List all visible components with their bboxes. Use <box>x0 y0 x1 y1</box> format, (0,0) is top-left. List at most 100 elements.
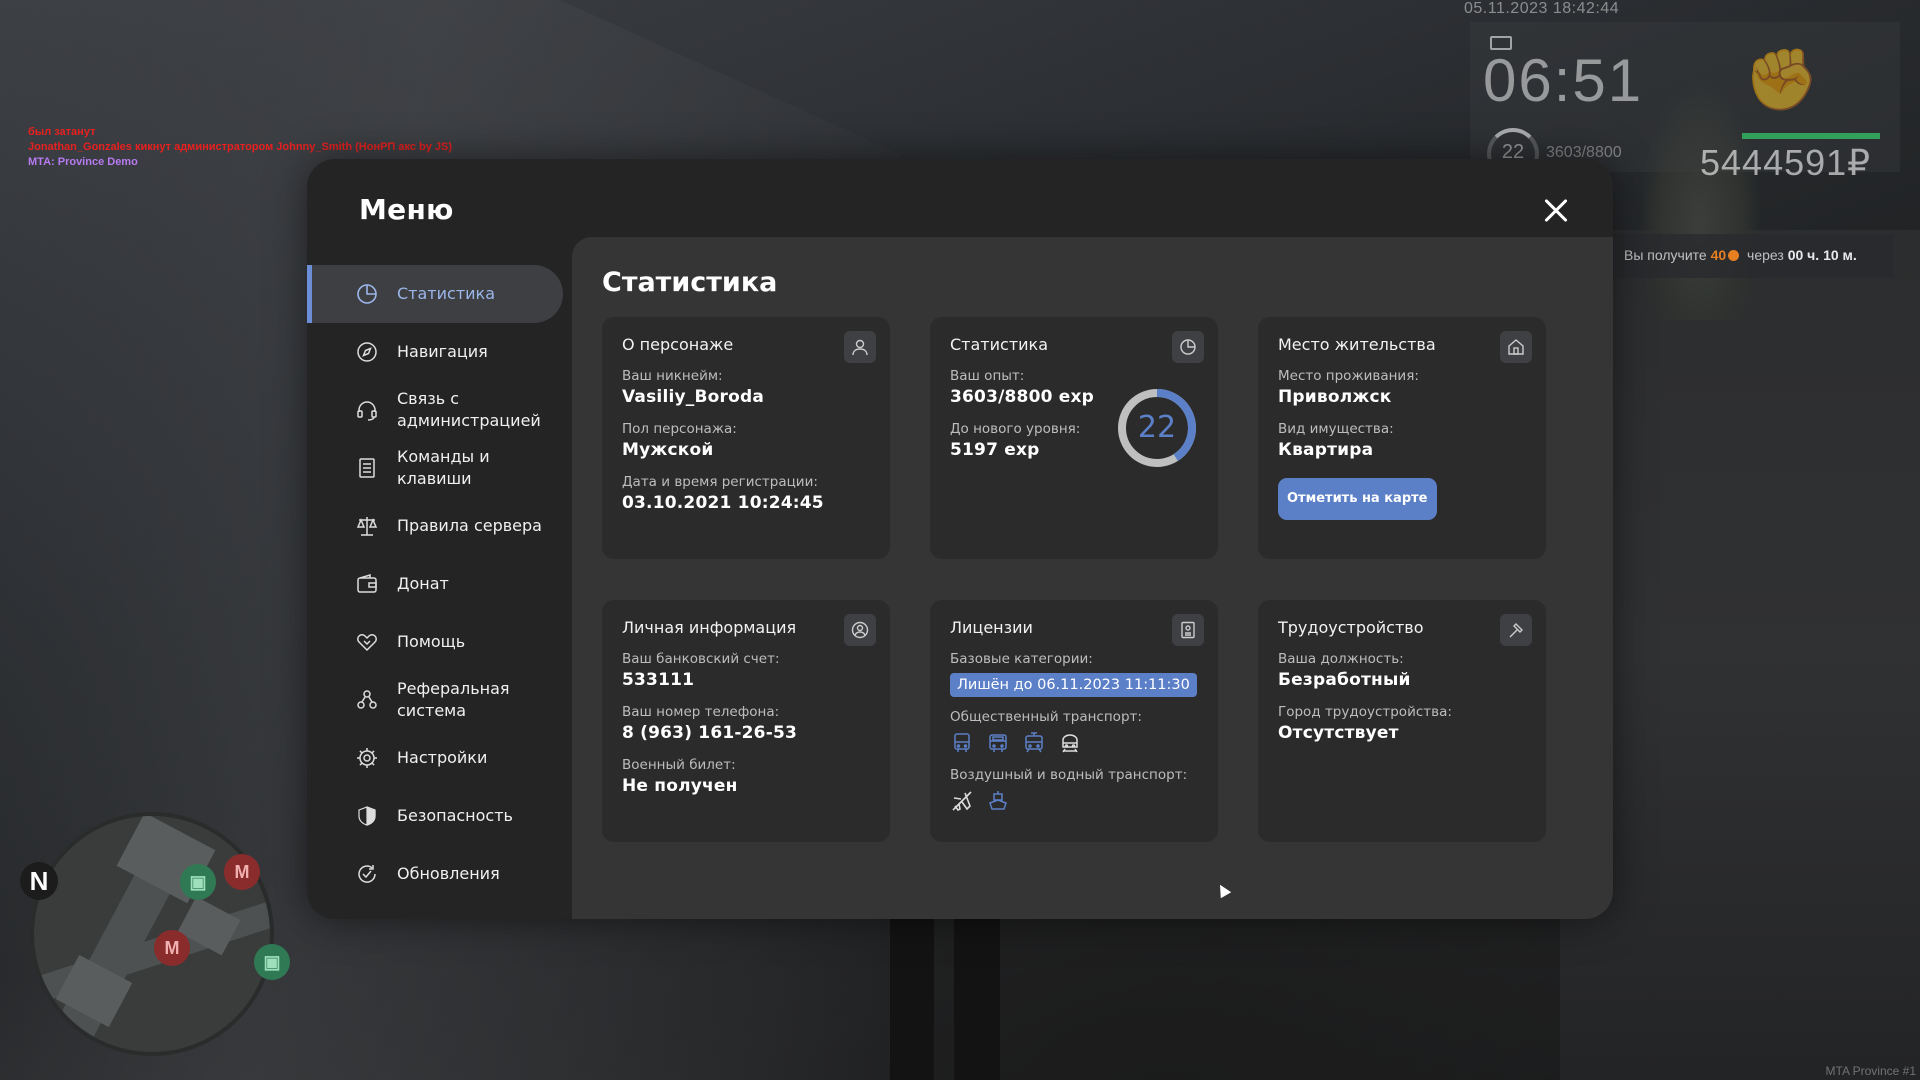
employment-city-label: Город трудоустройства: <box>1278 704 1452 720</box>
referral-icon <box>355 688 379 712</box>
sidebar-item-settings[interactable]: Настройки <box>307 729 563 787</box>
gender-value: Мужской <box>622 440 714 460</box>
sidebar-item-referral[interactable]: Реферальная система <box>307 671 563 729</box>
close-icon[interactable] <box>1537 193 1573 229</box>
game-world-wall <box>1560 230 1920 1080</box>
card-statistics: Статистика Ваш опыт: 3603/8800 exp До но… <box>930 317 1218 559</box>
hammer-icon <box>1500 614 1532 646</box>
reward-mid: через <box>1747 247 1784 263</box>
pie-chart-icon <box>1172 331 1204 363</box>
sidebar-item-label: Обновления <box>397 864 500 883</box>
page-title: Статистика <box>602 267 778 298</box>
military-id-value: Не получен <box>622 776 738 796</box>
sidebar-item-label: Команды и клавиши <box>397 447 490 488</box>
hud-clock: 06:51 <box>1483 47 1644 114</box>
gear-icon <box>355 746 379 770</box>
shield-icon <box>355 804 379 828</box>
mark-on-map-button[interactable]: Отметить на карте <box>1278 478 1437 520</box>
position-label: Ваша должность: <box>1278 651 1404 667</box>
bus-stop-icon: ▣ <box>180 864 216 900</box>
card-title: Место жительства <box>1278 335 1436 354</box>
gender-label: Пол персонажа: <box>622 421 737 437</box>
document-icon <box>355 456 379 480</box>
sidebar-item-updates[interactable]: Обновления <box>307 845 563 903</box>
hud-datetime: 05.11.2023 18:42:44 <box>1464 0 1620 17</box>
sidebar-item-admin-contact[interactable]: Связь с администрацией <box>307 381 563 439</box>
metro-icon: M <box>224 854 260 890</box>
card-title: Статистика <box>950 335 1048 354</box>
player-character <box>890 910 1000 1080</box>
user-icon <box>844 331 876 363</box>
public-transport-label: Общественный транспорт: <box>950 709 1142 725</box>
plane-icon <box>950 789 974 813</box>
license-icon <box>1172 614 1204 646</box>
server-name: MTA Province #1 <box>1825 1064 1916 1078</box>
bank-account-label: Ваш банковский счет: <box>622 651 780 667</box>
coin-icon <box>1728 250 1740 261</box>
handshake-icon <box>355 630 379 654</box>
fist-icon: ✊ <box>1744 45 1819 115</box>
sidebar-item-label: Реферальная система <box>397 679 510 720</box>
card-residence: Место жительства Место проживания: Приво… <box>1258 317 1546 559</box>
hud-health-bar <box>1742 133 1880 139</box>
sidebar-item-label: Навигация <box>397 342 488 361</box>
employment-city-value: Отсутствует <box>1278 723 1399 743</box>
nickname-label: Ваш никнейм: <box>622 368 723 384</box>
military-id-label: Военный билет: <box>622 757 736 773</box>
exp-label: Ваш опыт: <box>950 368 1025 384</box>
compass-north-icon: N <box>20 862 58 900</box>
trolleybus-icon <box>986 731 1010 755</box>
wallet-icon <box>355 572 379 596</box>
scales-icon <box>355 514 379 538</box>
license-status-badge: Лишён до 06.11.2023 11:11:30 <box>950 673 1197 697</box>
compass-icon <box>355 340 379 364</box>
bus-icon <box>950 731 974 755</box>
minimap <box>30 812 274 1056</box>
menu-modal: Меню Статистика Навигация Связь с админи… <box>307 159 1613 919</box>
sidebar-item-security[interactable]: Безопасность <box>307 787 563 845</box>
sidebar-item-label: Статистика <box>397 284 495 303</box>
headset-icon <box>355 398 379 422</box>
card-title: Трудоустройство <box>1278 618 1424 637</box>
residence-label: Место проживания: <box>1278 368 1419 384</box>
sidebar-item-label: Связь с администрацией <box>397 389 541 430</box>
position-value: Безработный <box>1278 670 1411 690</box>
metro-icon <box>1058 731 1082 755</box>
menu-title: Меню <box>359 193 454 226</box>
menu-sidebar: Статистика Навигация Связь с администрац… <box>307 265 563 903</box>
residence-value: Приволжск <box>1278 387 1392 407</box>
level-progress-ring: 22 <box>1116 387 1198 469</box>
chat-line: Jonathan_Gonzales кикнут администратором… <box>28 141 453 153</box>
sidebar-item-navigation[interactable]: Навигация <box>307 323 563 381</box>
basic-categories-label: Базовые категории: <box>950 651 1093 667</box>
house-icon <box>1500 331 1532 363</box>
property-value: Квартира <box>1278 440 1374 460</box>
reward-prefix: Вы получите <box>1624 247 1707 263</box>
card-personal-info: Личная информация Ваш банковский счет: 5… <box>602 600 890 842</box>
sidebar-item-rules[interactable]: Правила сервера <box>307 497 563 555</box>
card-character: О персонаже Ваш никнейм: Vasiliy_Boroda … <box>602 317 890 559</box>
pie-chart-icon <box>355 282 379 306</box>
air-water-transport-icons <box>950 789 1198 813</box>
card-title: Личная информация <box>622 618 797 637</box>
tram-icon <box>1022 731 1046 755</box>
statistics-content: Статистика О персонаже Ваш никнейм: Vasi… <box>572 237 1613 919</box>
sidebar-item-commands[interactable]: Команды и клавиши <box>307 439 563 497</box>
sidebar-item-label: Безопасность <box>397 806 513 825</box>
phone-value: 8 (963) 161-26-53 <box>622 723 798 743</box>
card-licenses: Лицензии Базовые категории: Лишён до 06.… <box>930 600 1218 842</box>
bank-account-value: 533111 <box>622 670 695 690</box>
hud-money: 5444591₽ <box>1700 142 1872 183</box>
chat-line: был затанут <box>28 126 96 138</box>
public-transport-icons <box>950 731 1198 755</box>
nickname-value: Vasiliy_Boroda <box>622 387 765 407</box>
metro-icon: M <box>154 930 190 966</box>
sidebar-item-help[interactable]: Помощь <box>307 613 563 671</box>
sidebar-item-label: Донат <box>397 574 449 593</box>
reward-amount: 40 <box>1710 247 1727 263</box>
sidebar-item-donate[interactable]: Донат <box>307 555 563 613</box>
card-title: О персонаже <box>622 335 734 354</box>
boat-icon <box>986 789 1010 813</box>
bus-stop-icon: ▣ <box>254 944 290 980</box>
sidebar-item-statistics[interactable]: Статистика <box>307 265 563 323</box>
